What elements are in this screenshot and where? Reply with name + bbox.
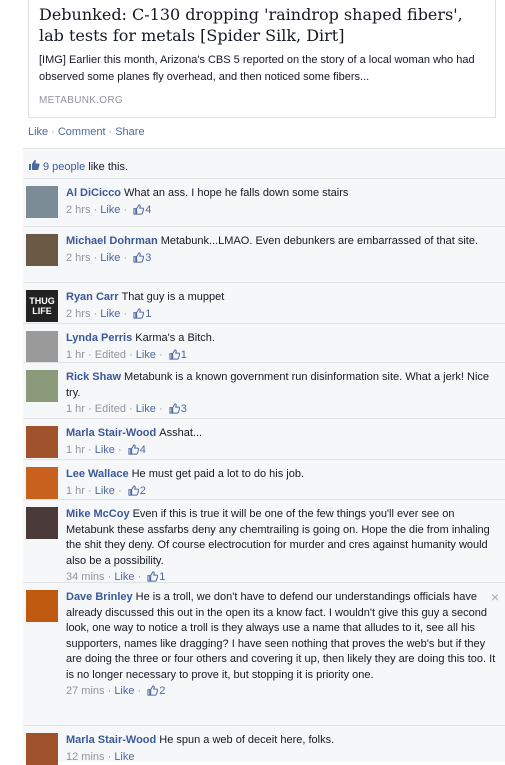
like-count[interactable]: 1 xyxy=(181,349,187,361)
timestamp[interactable]: 2 hrs xyxy=(66,204,90,216)
avatar[interactable] xyxy=(26,590,58,622)
avatar[interactable] xyxy=(26,426,58,458)
comment-meta: 2 hrs · Like · 4 xyxy=(66,203,496,220)
close-icon[interactable]: × xyxy=(491,589,499,605)
comment-like-button[interactable]: Like xyxy=(95,444,115,456)
timestamp[interactable]: 27 mins xyxy=(66,685,105,697)
comment-text: He is a troll, we don't have to defend o… xyxy=(66,591,496,681)
comment-text: Karma's a Bitch. xyxy=(135,332,215,344)
link-title[interactable]: Debunked: C-130 dropping 'raindrop shape… xyxy=(39,4,489,46)
commenter-name[interactable]: Marla Stair-Wood xyxy=(66,427,156,439)
link-description: [IMG] Earlier this month, Arizona's CBS … xyxy=(39,54,475,83)
feedback-panel: 9 people like this. Al DiCicco What an as… xyxy=(23,148,505,765)
like-count[interactable]: 3 xyxy=(181,403,187,415)
avatar[interactable] xyxy=(26,186,58,218)
avatar[interactable] xyxy=(26,507,58,539)
comment: THUG LIFE Ryan Carr That guy is a muppet 2 … xyxy=(23,282,505,323)
comment-text: He must get paid a lot to do his job. xyxy=(131,468,305,480)
post-actions: Like · Comment · Share xyxy=(28,126,145,138)
like-count[interactable]: 1 xyxy=(145,308,151,320)
comment-meta: 27 mins · Like · 2 xyxy=(66,684,496,701)
comment-meta: 1 hr · Like · 4 xyxy=(66,443,496,460)
comment-like-button[interactable]: Like xyxy=(114,751,134,763)
thumbs-up-icon xyxy=(133,307,145,324)
likes-summary: 9 people like this. xyxy=(23,149,505,179)
commenter-name[interactable]: Ryan Carr xyxy=(66,291,119,303)
comment: Lee Wallace He must get paid a lot to do … xyxy=(23,459,505,499)
commenter-name[interactable]: Dave Brinley xyxy=(66,591,133,603)
edited-label[interactable]: Edited xyxy=(95,349,126,361)
comment-link[interactable]: Comment xyxy=(58,126,106,138)
comment-meta: 1 hr · Like · 2 xyxy=(66,484,496,501)
commenter-name[interactable]: Mike McCoy xyxy=(66,508,130,520)
commenter-name[interactable]: Lee Wallace xyxy=(66,468,129,480)
like-count[interactable]: 2 xyxy=(140,485,146,497)
link-domain: METABUNK.ORG xyxy=(39,95,123,106)
likes-suffix: like this. xyxy=(85,161,129,173)
comment-meta: 2 hrs · Like · 3 xyxy=(66,251,496,268)
separator: · xyxy=(51,126,55,138)
shared-link-card[interactable]: Debunked: C-130 dropping 'raindrop shape… xyxy=(28,0,496,118)
like-count[interactable]: 4 xyxy=(145,204,151,216)
timestamp[interactable]: 2 hrs xyxy=(66,252,90,264)
thumbs-up-icon xyxy=(133,251,145,268)
commenter-name[interactable]: Al DiCicco xyxy=(66,187,121,199)
comment: Marla Stair-Wood Asshat... 1 hr · Like · 4 xyxy=(23,418,505,459)
timestamp[interactable]: 12 mins xyxy=(66,751,105,763)
comment: Michael Dohrman Metabunk...LMAO. Even deb… xyxy=(23,226,505,282)
comment: Mike McCoy Even if this is true it will b… xyxy=(23,499,505,583)
timestamp[interactable]: 1 hr xyxy=(66,349,85,361)
avatar[interactable] xyxy=(26,234,58,266)
avatar[interactable] xyxy=(26,331,58,363)
share-link[interactable]: Share xyxy=(115,126,144,138)
like-link[interactable]: Like xyxy=(28,126,48,138)
timestamp[interactable]: 1 hr xyxy=(66,444,85,456)
comment-like-button[interactable]: Like xyxy=(100,308,120,320)
thumbs-up-icon xyxy=(133,203,145,220)
commenter-name[interactable]: Lynda Perris xyxy=(66,332,132,344)
comment-like-button[interactable]: Like xyxy=(95,485,115,497)
like-count[interactable]: 3 xyxy=(145,252,151,264)
comment-like-button[interactable]: Like xyxy=(136,403,156,415)
timestamp[interactable]: 1 hr xyxy=(66,403,85,415)
thumbs-up-icon xyxy=(29,160,40,170)
avatar[interactable] xyxy=(26,467,58,499)
thumbs-up-icon xyxy=(128,443,139,460)
comment-meta: 2 hrs · Like · 1 xyxy=(66,307,496,324)
comment-meta: 1 hr · Edited · Like · 3 xyxy=(66,402,496,419)
comment-like-button[interactable]: Like xyxy=(100,252,120,264)
comment-like-button[interactable]: Like xyxy=(114,685,134,697)
comment-text: Metabunk is a known government run disin… xyxy=(66,371,490,399)
edited-label[interactable]: Edited xyxy=(95,403,126,415)
comment-text: That guy is a muppet xyxy=(121,291,225,303)
comment-meta: 12 mins · Like xyxy=(66,750,135,763)
commenter-name[interactable]: Michael Dohrman xyxy=(66,235,158,247)
timestamp[interactable]: 1 hr xyxy=(66,485,85,497)
avatar[interactable]: THUG LIFE xyxy=(26,290,58,322)
like-count[interactable]: 4 xyxy=(140,444,146,456)
comment-like-button[interactable]: Like xyxy=(136,349,156,361)
comment-text: Metabunk...LMAO. Even debunkers are emba… xyxy=(160,235,479,247)
likers-link[interactable]: 9 people xyxy=(43,161,85,173)
thumbs-up-icon xyxy=(147,685,159,701)
comment-text: What an ass. I hope he falls down some s… xyxy=(124,187,349,199)
timestamp[interactable]: 2 hrs xyxy=(66,308,90,320)
like-count[interactable]: 2 xyxy=(159,685,165,697)
comment: Rick Shaw Metabunk is a known government … xyxy=(23,362,505,418)
separator: · xyxy=(108,126,113,138)
comment: Marla Stair-Wood He spun a web of deceit … xyxy=(23,725,505,765)
comment-text: Asshat... xyxy=(159,427,203,439)
comment: Lynda Perris Karma's a Bitch. 1 hr · Edite… xyxy=(23,323,505,363)
commenter-name[interactable]: Marla Stair-Wood xyxy=(66,734,156,746)
comment: Al DiCicco What an ass. I hope he falls d… xyxy=(23,179,505,226)
comment-text: He spun a web of deceit here, folks. xyxy=(159,734,335,746)
thumbs-up-icon xyxy=(169,403,180,419)
avatar[interactable] xyxy=(26,370,58,402)
comment: Dave Brinley He is a troll, we don't have… xyxy=(23,582,505,725)
commenter-name[interactable]: Rick Shaw xyxy=(66,371,121,383)
avatar[interactable] xyxy=(26,733,58,765)
comment-like-button[interactable]: Like xyxy=(100,204,120,216)
